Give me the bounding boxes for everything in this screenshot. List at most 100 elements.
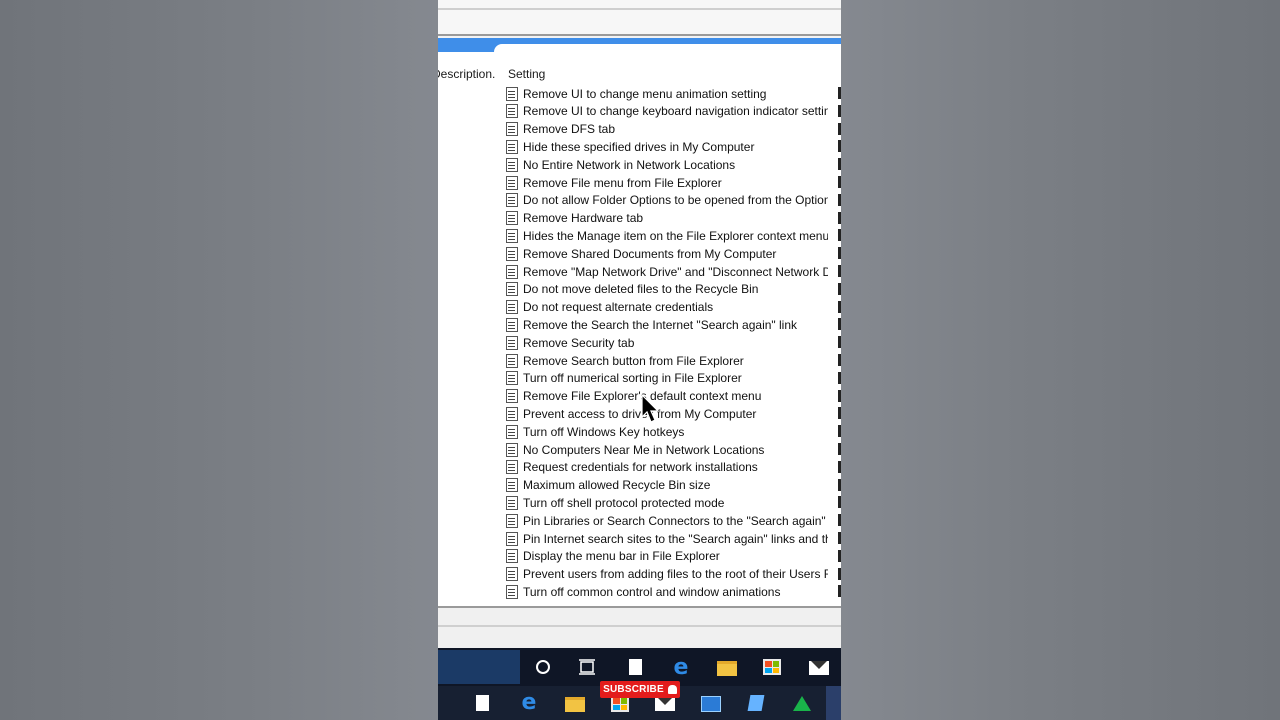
setting-label: Turn off shell protocol protected mode — [523, 495, 725, 510]
document-icon[interactable] — [626, 658, 644, 676]
policy-setting-icon — [506, 86, 518, 101]
setting-label: Maximum allowed Recycle Bin size — [523, 478, 711, 493]
policy-setting-icon — [506, 406, 518, 421]
setting-state-cell — [838, 104, 841, 117]
policy-setting-icon — [506, 264, 518, 279]
file-explorer-icon[interactable] — [564, 695, 586, 713]
setting-row[interactable]: Remove UI to change keyboard navigation … — [506, 103, 841, 120]
task-view-icon[interactable] — [578, 658, 596, 676]
app-triangle-icon[interactable] — [792, 694, 812, 712]
bell-icon — [667, 685, 677, 694]
setting-state-cell — [838, 158, 841, 171]
setting-label: Do not request alternate credentials — [523, 300, 714, 315]
policy-setting-icon — [506, 122, 518, 137]
setting-row[interactable]: Remove File Explorer's default context m… — [506, 388, 841, 405]
cortana-icon[interactable] — [534, 658, 552, 676]
policy-setting-icon — [506, 442, 518, 457]
setting-state-cell — [838, 229, 841, 242]
setting-row[interactable]: Prevent users from adding files to the r… — [506, 566, 841, 583]
subscribe-button[interactable]: SUBSCRIBE — [600, 681, 680, 698]
setting-state-cell — [838, 300, 841, 313]
setting-state-cell — [838, 122, 841, 135]
remote-desktop-icon[interactable] — [700, 695, 722, 713]
setting-row[interactable]: Do not allow Folder Options to be opened… — [506, 192, 841, 209]
setting-row[interactable]: Turn off Windows Key hotkeys — [506, 423, 841, 440]
document-icon[interactable] — [474, 694, 490, 712]
setting-label: Remove DFS tab — [523, 122, 616, 137]
setting-state-cell — [838, 140, 841, 153]
setting-row[interactable]: Remove the Search the Internet "Search a… — [506, 316, 841, 333]
setting-label: Display the menu bar in File Explorer — [523, 549, 720, 564]
policy-setting-icon — [506, 175, 518, 190]
edge-icon[interactable]: e — [670, 655, 692, 680]
setting-label: Prevent users from adding files to the r… — [523, 567, 828, 582]
setting-row[interactable]: Remove Hardware tab — [506, 210, 841, 227]
setting-state-cell — [838, 532, 841, 544]
setting-row[interactable]: Remove DFS tab — [506, 121, 841, 138]
policy-setting-icon — [506, 246, 518, 261]
setting-state-cell — [838, 514, 841, 527]
setting-state-cell — [838, 585, 841, 598]
setting-row[interactable]: Pin Internet search sites to the "Search… — [506, 530, 841, 547]
policy-setting-icon — [506, 567, 518, 582]
setting-row[interactable]: Prevent access to drives from My Compute… — [506, 405, 841, 422]
notepad-icon[interactable] — [746, 694, 766, 712]
setting-state-cell — [838, 371, 841, 384]
setting-row[interactable]: Do not request alternate credentials — [506, 299, 841, 316]
taskbar-active-indicator — [826, 686, 841, 720]
store-icon[interactable] — [762, 658, 782, 676]
file-explorer-icon[interactable] — [716, 659, 738, 677]
setting-state-cell — [838, 193, 841, 206]
mail-icon[interactable] — [808, 660, 830, 676]
setting-row[interactable]: Remove Search button from File Explorer — [506, 352, 841, 369]
blurred-background-left — [0, 0, 438, 720]
column-header-setting[interactable]: Setting — [508, 67, 545, 81]
policy-setting-icon — [506, 157, 518, 172]
policy-setting-icon — [506, 335, 518, 350]
setting-row[interactable]: Remove Shared Documents from My Computer — [506, 245, 841, 262]
policy-setting-icon — [506, 193, 518, 208]
setting-row[interactable]: Maximum allowed Recycle Bin size — [506, 477, 841, 494]
setting-label: Hides the Manage item on the File Explor… — [523, 228, 828, 243]
setting-row[interactable]: Turn off numerical sorting in File Explo… — [506, 370, 841, 387]
setting-row[interactable]: No Entire Network in Network Locations — [506, 156, 841, 173]
blurred-background-right — [841, 0, 1280, 720]
setting-label: Prevent access to drives from My Compute… — [523, 406, 757, 421]
setting-row[interactable]: Hide these specified drives in My Comput… — [506, 138, 841, 155]
policy-setting-icon — [506, 371, 518, 386]
policy-setting-icon — [506, 300, 518, 315]
setting-label: Remove File menu from File Explorer — [523, 175, 722, 190]
setting-label: Remove the Search the Internet "Search a… — [523, 317, 798, 332]
setting-row[interactable]: Remove "Map Network Drive" and "Disconne… — [506, 263, 841, 280]
setting-label: Request credentials for network installa… — [523, 460, 758, 475]
policy-setting-icon — [506, 228, 518, 243]
setting-row[interactable]: Remove UI to change menu animation setti… — [506, 85, 841, 102]
policy-setting-icon — [506, 139, 518, 154]
policy-setting-icon — [506, 104, 518, 119]
setting-row[interactable]: Hides the Manage item on the File Explor… — [506, 227, 841, 244]
setting-row[interactable]: Remove Security tab — [506, 334, 841, 351]
setting-state-cell — [838, 354, 841, 366]
taskbar-search-box[interactable] — [438, 650, 520, 684]
setting-row[interactable]: Do not move deleted files to the Recycle… — [506, 281, 841, 298]
setting-row[interactable]: Display the menu bar in File Explorer — [506, 548, 841, 565]
policy-setting-icon — [506, 424, 518, 439]
setting-state-cell — [838, 443, 841, 455]
edge-icon[interactable]: e — [518, 690, 540, 715]
setting-row[interactable]: Turn off common control and window anima… — [506, 583, 841, 600]
column-header-description[interactable]: Description. — [438, 67, 495, 81]
setting-label: Remove Hardware tab — [523, 211, 644, 226]
window-top-strip — [438, 0, 841, 36]
setting-label: No Computers Near Me in Network Location… — [523, 442, 765, 457]
setting-row[interactable]: Remove File menu from File Explorer — [506, 174, 841, 191]
subscribe-label: SUBSCRIBE — [603, 684, 664, 695]
setting-row[interactable]: No Computers Near Me in Network Location… — [506, 441, 841, 458]
setting-row[interactable]: Pin Libraries or Search Connectors to th… — [506, 512, 841, 529]
setting-label: No Entire Network in Network Locations — [523, 157, 736, 172]
setting-row[interactable]: Request credentials for network installa… — [506, 459, 841, 476]
setting-state-cell — [838, 407, 841, 420]
policy-setting-icon — [506, 389, 518, 404]
setting-row[interactable]: Turn off shell protocol protected mode — [506, 494, 841, 511]
setting-state-cell — [838, 247, 841, 260]
policy-setting-icon — [506, 495, 518, 510]
